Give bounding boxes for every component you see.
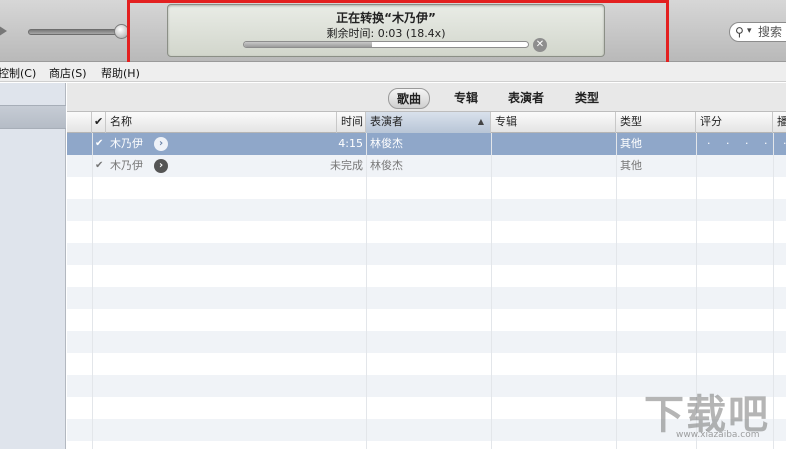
go-arrow-icon[interactable]: ›	[154, 137, 168, 151]
sidebar-item-selected[interactable]	[0, 105, 66, 129]
track-artist: 林俊杰	[370, 137, 403, 150]
search-box[interactable]: ⚲ ▾	[729, 22, 786, 42]
menu-bar: 控制(C) 商店(S) 帮助(H)	[0, 62, 786, 82]
tab-artists[interactable]: 表演者	[508, 89, 544, 106]
column-spacer	[67, 112, 92, 133]
watermark-url: www.xiazaiba.com	[676, 430, 760, 440]
watermark-logo: 下载吧 www.xiazaiba.com	[640, 382, 786, 442]
column-artist[interactable]: 表演者 ▲	[366, 112, 491, 133]
track-artist: 林俊杰	[370, 159, 403, 172]
column-name[interactable]: 名称	[106, 112, 337, 133]
column-divider	[491, 133, 492, 449]
empty-row	[67, 221, 786, 243]
menu-store[interactable]: 商店(S)	[49, 65, 87, 81]
column-divider	[616, 133, 617, 449]
table-row[interactable]: ✔ 木乃伊 › 未完成 林俊杰 其他	[67, 155, 786, 177]
column-time[interactable]: 时间	[337, 112, 366, 133]
sort-ascending-icon: ▲	[477, 117, 484, 126]
column-rating[interactable]: 评分	[696, 112, 773, 133]
track-time: 未完成	[330, 159, 363, 172]
track-name: 木乃伊	[110, 159, 143, 172]
chevron-down-icon[interactable]: ▾	[747, 26, 752, 36]
column-extra[interactable]: 播	[773, 112, 786, 133]
track-name: 木乃伊	[110, 137, 143, 150]
sidebar	[0, 83, 66, 449]
track-checkbox[interactable]: ✔	[95, 133, 103, 155]
tab-albums[interactable]: 专辑	[454, 89, 478, 106]
column-check[interactable]: ✔	[92, 112, 106, 133]
empty-row	[67, 309, 786, 331]
empty-row	[67, 243, 786, 265]
go-arrow-icon[interactable]: ›	[154, 159, 168, 173]
play-icon[interactable]	[0, 24, 7, 38]
column-album[interactable]: 专辑	[491, 112, 616, 133]
search-input[interactable]	[758, 24, 786, 40]
search-icon: ⚲	[735, 25, 744, 39]
tab-songs[interactable]: 歌曲	[388, 88, 431, 109]
empty-row	[67, 287, 786, 309]
table-row[interactable]: ✔ 木乃伊 › 4:15 林俊杰 其他 · · · · ·	[67, 133, 786, 155]
track-checkbox[interactable]: ✔	[95, 155, 103, 177]
empty-row	[67, 199, 786, 221]
empty-row	[67, 441, 786, 449]
volume-slider[interactable]	[28, 29, 124, 35]
empty-row	[67, 177, 786, 199]
column-header: ✔ 名称 时间 表演者 ▲ 专辑 类型 评分 播	[67, 112, 786, 133]
view-tabs: 歌曲 专辑 表演者 类型	[67, 83, 786, 112]
column-genre[interactable]: 类型	[616, 112, 696, 133]
column-artist-label: 表演者	[370, 115, 403, 128]
empty-row	[67, 331, 786, 353]
track-genre: 其他	[620, 137, 642, 150]
column-divider	[92, 133, 93, 449]
menu-help[interactable]: 帮助(H)	[101, 65, 140, 81]
tab-genres[interactable]: 类型	[575, 89, 599, 106]
track-time: 4:15	[338, 137, 363, 150]
column-divider	[366, 133, 367, 449]
track-genre: 其他	[620, 159, 642, 172]
empty-row	[67, 353, 786, 375]
empty-row	[67, 265, 786, 287]
menu-controls[interactable]: 控制(C)	[0, 65, 36, 81]
track-rating[interactable]: · · · · ·	[707, 133, 786, 155]
